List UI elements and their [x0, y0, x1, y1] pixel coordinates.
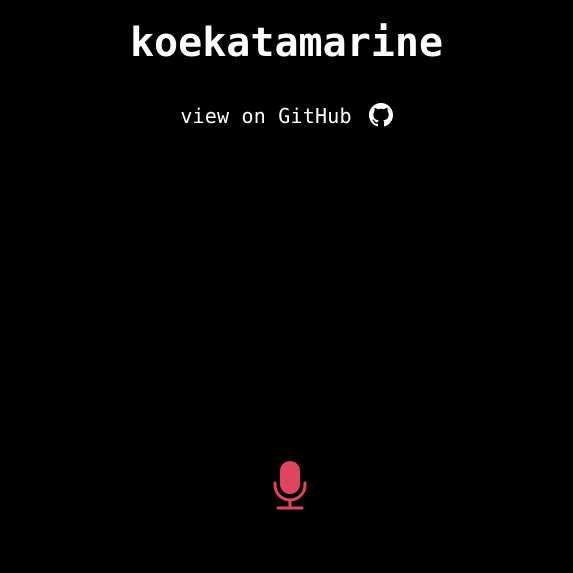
github-icon: [368, 103, 393, 127]
microphone-button[interactable]: [270, 458, 310, 512]
github-link[interactable]: view on GitHub: [0, 102, 573, 130]
app-title: koekatamarine: [129, 20, 444, 66]
microphone-icon: [272, 459, 308, 511]
github-link-label: view on GitHub: [180, 104, 352, 128]
